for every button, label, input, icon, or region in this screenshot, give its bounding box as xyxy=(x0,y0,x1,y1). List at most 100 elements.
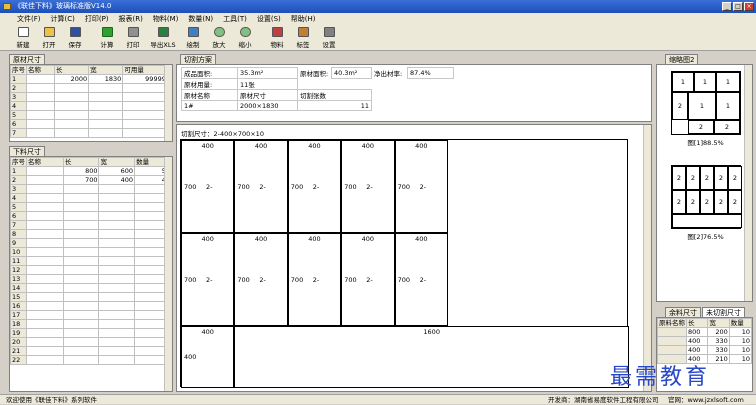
table-row[interactable]: 5 xyxy=(10,202,172,212)
table-cell[interactable] xyxy=(26,74,55,84)
thumbnail-1[interactable]: 11121122 xyxy=(671,71,741,135)
table-row[interactable]: 17 xyxy=(10,310,172,320)
table-cell[interactable] xyxy=(62,211,100,221)
table-row[interactable]: 2 xyxy=(10,83,172,93)
table-cell[interactable] xyxy=(26,202,64,212)
table-cell[interactable] xyxy=(62,301,100,311)
table-cell[interactable] xyxy=(62,274,100,284)
table-cell[interactable]: 330 xyxy=(707,345,730,355)
table-row[interactable]: 8 xyxy=(10,229,172,239)
table-cell[interactable]: 2 xyxy=(10,175,27,185)
toolbar-settings-button[interactable]: 设置 xyxy=(316,25,342,51)
table-row[interactable]: 400 330 10 xyxy=(657,345,753,355)
table-row[interactable]: 11 xyxy=(10,256,172,266)
table-row[interactable]: 20 xyxy=(10,337,172,347)
table-cell[interactable] xyxy=(26,83,55,93)
cut-piece[interactable]: 400 700 2- xyxy=(341,233,395,326)
table-cell[interactable] xyxy=(62,346,100,356)
table-row[interactable]: 14 xyxy=(10,283,172,293)
table-cell[interactable] xyxy=(26,220,64,230)
table-cell[interactable]: 5 xyxy=(10,110,27,120)
toolbar-new-button[interactable]: 新建 xyxy=(10,25,36,51)
table-cell[interactable]: 1830 xyxy=(88,74,124,84)
table-row[interactable]: 12 xyxy=(10,265,172,275)
table-cell[interactable]: 10 xyxy=(10,247,27,257)
table-cell[interactable] xyxy=(62,328,100,338)
table-row[interactable]: 22 xyxy=(10,355,172,365)
tab-raw-material-size[interactable]: 原材尺寸 xyxy=(9,54,45,64)
toolbar-zoom-out-button[interactable]: 缩小 xyxy=(232,25,258,51)
cut-piece[interactable]: 400 700 2- xyxy=(234,233,288,326)
table-cell[interactable] xyxy=(62,202,100,212)
cut-piece[interactable]: 400 700 2- xyxy=(287,233,342,326)
table-cell[interactable]: 3 xyxy=(10,184,27,194)
table-cell[interactable] xyxy=(26,283,64,293)
table-cell[interactable] xyxy=(26,256,64,266)
table-cell[interactable] xyxy=(98,247,136,257)
table-row[interactable]: 270040040 xyxy=(10,175,172,185)
table-cell[interactable]: 1 xyxy=(10,74,27,84)
table-cell[interactable]: 400 xyxy=(685,336,709,346)
table-cell[interactable]: 3 xyxy=(10,92,27,102)
tab-cut-size[interactable]: 下料尺寸 xyxy=(9,146,45,156)
table-row[interactable]: 7 xyxy=(10,128,172,138)
table-cell[interactable]: 7 xyxy=(10,220,27,230)
table-cell[interactable] xyxy=(26,184,64,194)
table-cell[interactable] xyxy=(26,92,55,102)
table-cell[interactable] xyxy=(26,193,64,203)
table-cell[interactable] xyxy=(26,119,55,129)
table-cell[interactable]: 18 xyxy=(10,319,27,329)
table-cell[interactable]: 10 xyxy=(728,354,753,364)
table-row[interactable]: 3 xyxy=(10,184,172,194)
table-cell[interactable] xyxy=(26,301,64,311)
table-cell[interactable]: 6 xyxy=(10,119,27,129)
table-cell[interactable] xyxy=(26,292,64,302)
table-cell[interactable] xyxy=(98,229,136,239)
menu-calculate[interactable]: 计算(C) xyxy=(46,13,80,25)
menu-quantity[interactable]: 数量(N) xyxy=(183,13,218,25)
table-cell[interactable] xyxy=(53,101,90,111)
table-cell[interactable] xyxy=(98,274,136,284)
table-cell[interactable]: 4 xyxy=(10,193,27,203)
close-button[interactable]: × xyxy=(744,2,754,11)
table-cell[interactable] xyxy=(98,184,136,194)
table-row[interactable]: 13 xyxy=(10,274,172,284)
table-cell[interactable] xyxy=(88,101,124,111)
table-cell[interactable]: 10 xyxy=(728,327,753,337)
table-cell[interactable] xyxy=(62,265,100,275)
table-cell[interactable] xyxy=(62,247,100,257)
table-cell[interactable] xyxy=(26,346,64,356)
table-cell[interactable] xyxy=(62,319,100,329)
table-cell[interactable] xyxy=(26,110,55,120)
cut-piece[interactable]: 400 700 2- xyxy=(394,140,448,233)
cut-piece[interactable]: 400 700 2- xyxy=(181,233,235,326)
table-cell[interactable]: 20 xyxy=(10,337,27,347)
cut-piece[interactable]: 400 700 2- xyxy=(181,140,235,233)
table-cell[interactable]: 210 xyxy=(707,354,730,364)
table-cell[interactable]: 11 xyxy=(10,256,27,266)
table-cell[interactable] xyxy=(26,319,64,329)
table-cell[interactable] xyxy=(53,83,90,93)
toolbar-open-button[interactable]: 打开 xyxy=(36,25,62,51)
table-row[interactable]: 5 xyxy=(10,110,172,120)
table-cell[interactable] xyxy=(62,220,100,230)
table-cell[interactable] xyxy=(98,292,136,302)
table-cell[interactable] xyxy=(53,119,90,129)
tab-uncut-size[interactable]: 未切割尺寸 xyxy=(702,307,745,317)
table-cell[interactable]: 330 xyxy=(707,336,730,346)
table-cell[interactable]: 14 xyxy=(10,283,27,293)
table-cell[interactable] xyxy=(62,184,100,194)
toolbar-export-xls-button[interactable]: 导出XLS xyxy=(146,25,180,51)
table-row[interactable]: 4 xyxy=(10,101,172,111)
table-row[interactable]: 6 xyxy=(10,211,172,221)
table-cell[interactable]: 7 xyxy=(10,128,27,138)
table-cell[interactable] xyxy=(26,175,64,185)
table-row[interactable]: 3 xyxy=(10,92,172,102)
table-cell[interactable] xyxy=(62,337,100,347)
table-cell[interactable] xyxy=(62,229,100,239)
table-cell[interactable]: 400 xyxy=(98,175,136,185)
canvas-scrollbar[interactable] xyxy=(643,125,651,391)
table-cell[interactable]: 8 xyxy=(10,229,27,239)
table-row[interactable]: 15 xyxy=(10,292,172,302)
table-cell[interactable]: 15 xyxy=(10,292,27,302)
